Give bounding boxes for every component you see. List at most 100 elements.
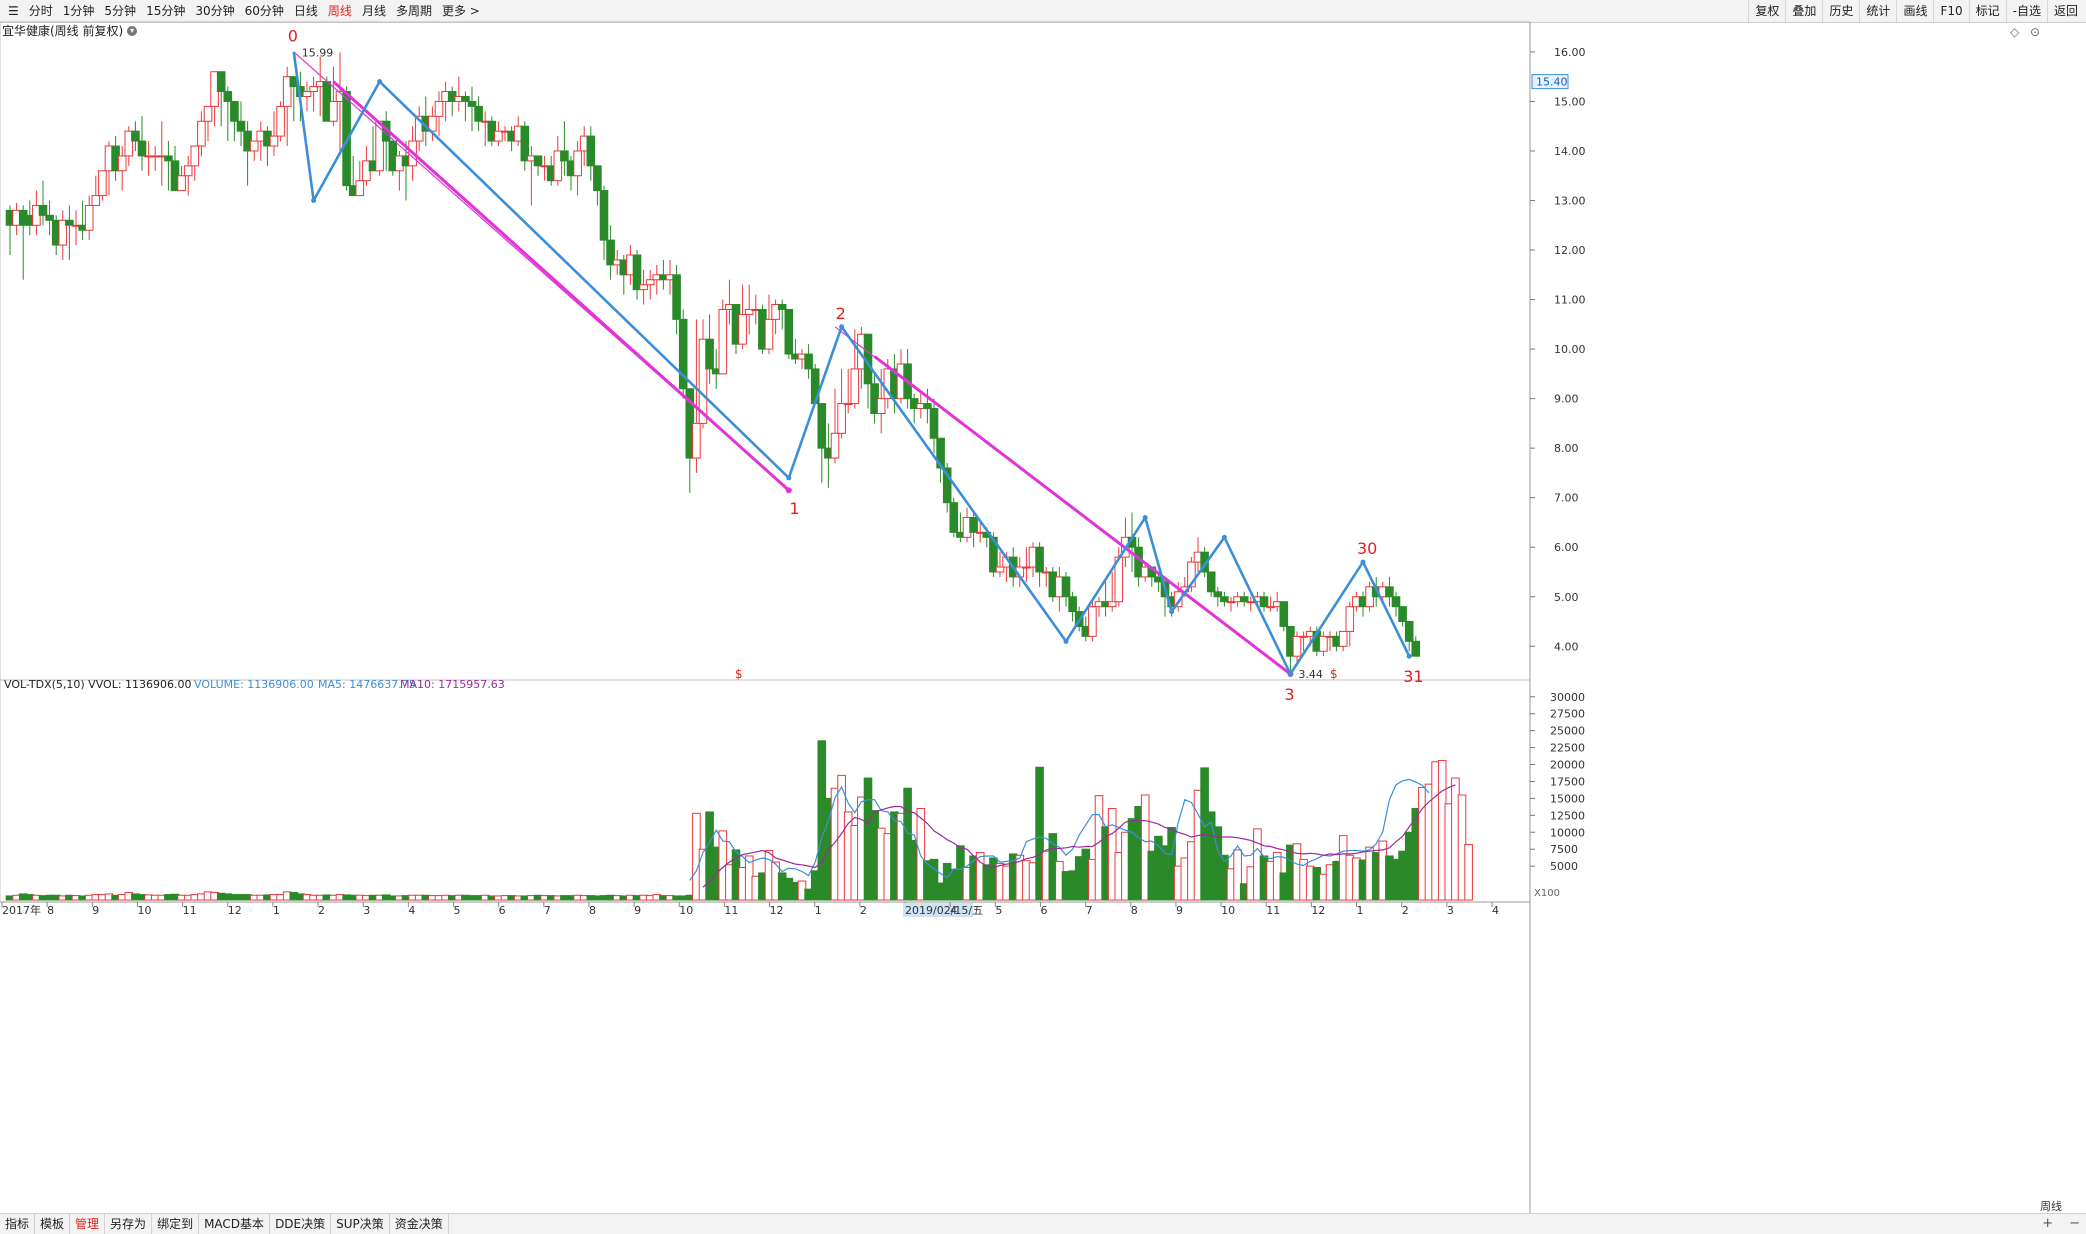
bottom-tab-2[interactable]: 管理 [70, 1214, 106, 1234]
zoom-in-button[interactable]: + [2042, 1216, 2053, 1231]
x-tick-label: 3 [363, 904, 370, 917]
candle-body [269, 135, 279, 147]
bottom-tab-3[interactable]: 另存为 [105, 1214, 153, 1234]
candle-body [850, 368, 860, 405]
volume-tick-label: 20000 [1550, 759, 1585, 772]
blue-wave-line [840, 326, 1068, 643]
candle-body [1061, 576, 1071, 598]
x-tick-label: 6 [1040, 904, 1047, 917]
x-tick-label: 10 [679, 904, 693, 917]
candle-body [355, 180, 365, 197]
candle-body [117, 155, 127, 172]
candle-body [573, 150, 582, 177]
bottom-tab-0[interactable]: 指标 [0, 1214, 36, 1234]
x-tick-label: 8 [1131, 904, 1138, 917]
x-tick-label: 2 [860, 904, 867, 917]
candle-body [533, 155, 543, 167]
x-tick-label: 9 [92, 904, 99, 917]
wave-label: 0 [288, 26, 298, 45]
candle-body [995, 566, 1005, 573]
candle-body [223, 91, 233, 102]
candle-body [777, 304, 787, 310]
candle-body [302, 91, 312, 97]
current-price-label: 15.40 [1536, 76, 1568, 89]
price-tick-label: 6.00 [1554, 541, 1579, 554]
candle-body [434, 100, 444, 117]
x-tick-label: 1 [815, 904, 822, 917]
blue-wave-line [292, 51, 315, 201]
volume-tick-label: 15000 [1550, 792, 1585, 805]
candle-body [738, 313, 747, 345]
zoom-out-button[interactable]: − [2069, 1216, 2080, 1231]
candle-body [969, 517, 978, 533]
zoom-controls: + − [2042, 1213, 2080, 1233]
x-tick-label: 4 [408, 904, 415, 917]
candle-body [84, 204, 94, 231]
candle-body [474, 105, 483, 122]
volume-legend: VOLUME: 1136906.00 [194, 678, 314, 691]
candle-body [1345, 606, 1355, 632]
bottom-tab-7[interactable]: SUP决策 [331, 1214, 390, 1234]
dollar-marker: $ [735, 667, 743, 681]
bottom-tab-1[interactable]: 模板 [35, 1214, 71, 1234]
candle-body [203, 105, 213, 122]
x-tick-label: 11 [1266, 904, 1280, 917]
bottom-tab-8[interactable]: 资金决策 [390, 1214, 449, 1234]
blue-arrow-head [1406, 653, 1412, 659]
wave-label: 2 [836, 304, 846, 323]
candle-body [639, 284, 648, 291]
bottom-tab-6[interactable]: DDE决策 [270, 1214, 332, 1234]
x-tick-label: 2 [318, 904, 325, 917]
candle-body [1213, 591, 1223, 598]
period-label: 周线 [2040, 1200, 2062, 1213]
x-tick-label: 4 [950, 904, 957, 917]
candle-body [65, 219, 74, 226]
x-tick-label: 1 [273, 904, 280, 917]
bottom-tab-5[interactable]: MACD基本 [199, 1214, 271, 1234]
chart-canvas[interactable]: 16.0015.0014.0013.0012.0011.0010.009.008… [0, 0, 2086, 1233]
volume-unit-label: X100 [1534, 888, 1560, 899]
ma10-legend: MA10: 1715957.63 [400, 678, 505, 691]
candle-body [645, 279, 655, 286]
candle-body [1259, 596, 1269, 608]
wave-label: 30 [1357, 539, 1377, 558]
candle-body [1292, 635, 1302, 657]
candle-body [183, 165, 193, 177]
candle-body [830, 432, 840, 459]
candle-body [560, 150, 569, 162]
candle-body [784, 308, 794, 355]
candle-body [764, 318, 774, 350]
price-tick-label: 16.00 [1554, 46, 1586, 59]
x-tick-label: 10 [1221, 904, 1235, 917]
diamond-icon: ◇ [2010, 25, 2020, 39]
dollar-marker: $ [1330, 667, 1338, 681]
candle-body [249, 140, 259, 152]
candle-body [593, 165, 602, 192]
candle-body [329, 100, 338, 122]
candle-body [586, 135, 596, 167]
x-tick-label: 5 [995, 904, 1002, 917]
candle-body [1206, 571, 1216, 593]
candle-body [190, 145, 200, 167]
x-tick-label: 1 [1357, 904, 1364, 917]
annotation-value: 15.99 [302, 46, 334, 59]
x-tick-label: 2017年 [2, 903, 41, 917]
volume-indicator-label: VOL-TDX(5,10) VVOL: 1136906.00 [4, 678, 192, 691]
candle-body [923, 403, 932, 410]
price-tick-label: 14.00 [1554, 145, 1586, 158]
candle-body [949, 502, 959, 533]
candle-body [230, 100, 239, 122]
candle-body [216, 71, 226, 93]
candle-body [1068, 596, 1077, 613]
wave-label: 1 [789, 499, 799, 518]
candle-body [1385, 586, 1394, 598]
price-tick-label: 13.00 [1554, 195, 1586, 208]
candle-body [91, 195, 101, 206]
candle-body [599, 190, 609, 241]
magenta-arrow-head [785, 487, 792, 494]
volume-tick-label: 22500 [1550, 742, 1585, 755]
candle-body [1391, 596, 1401, 608]
bottom-tab-4[interactable]: 绑定到 [152, 1214, 200, 1234]
candle-body [131, 130, 140, 142]
candle-body [1411, 640, 1421, 657]
